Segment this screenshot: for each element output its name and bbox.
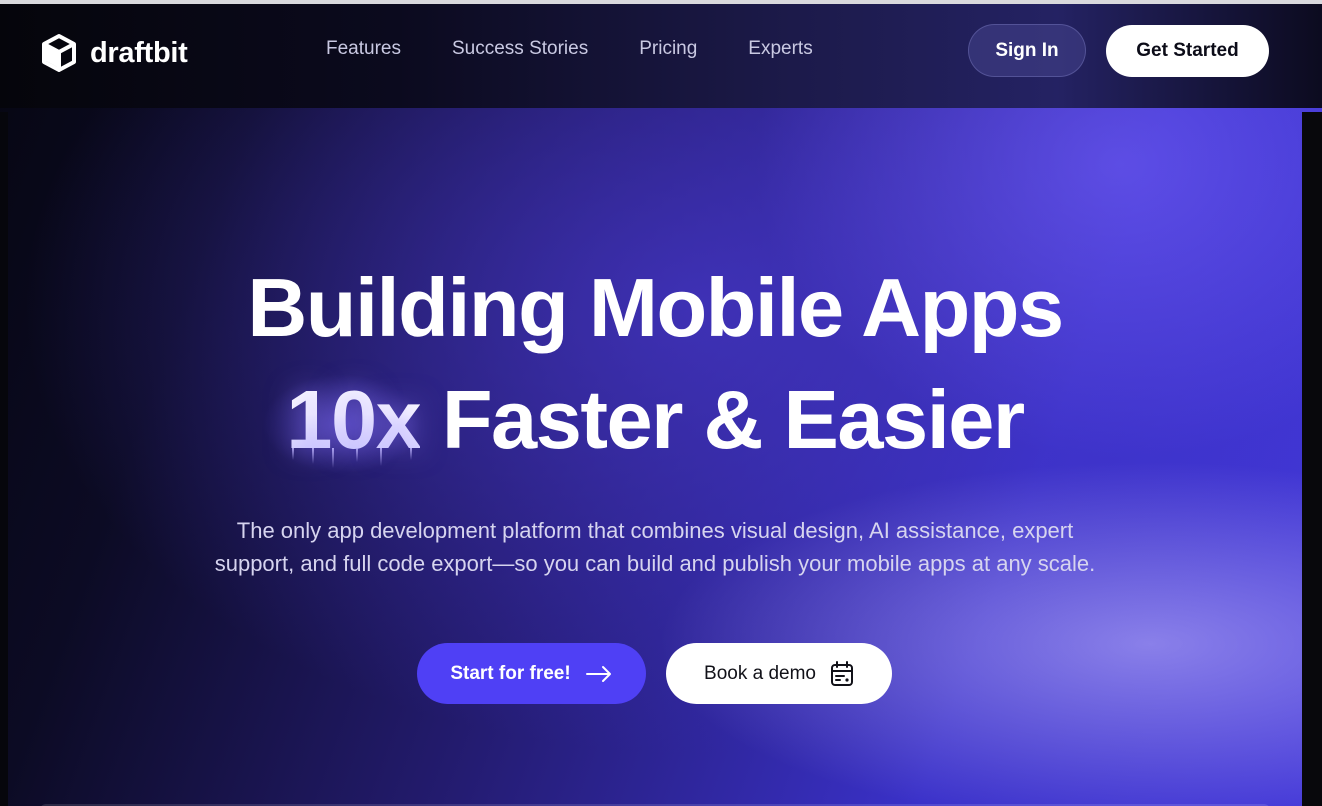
nav-link-features[interactable]: Features: [326, 38, 401, 60]
book-demo-button[interactable]: Book a demo: [666, 643, 892, 704]
arrow-right-icon: [585, 665, 613, 683]
get-started-button[interactable]: Get Started: [1106, 25, 1269, 77]
landing-page: draftbit Features Success Stories Pricin…: [0, 4, 1322, 806]
accent-ticks: [292, 448, 422, 472]
book-demo-label: Book a demo: [704, 662, 816, 684]
nav-link-pricing[interactable]: Pricing: [639, 38, 697, 60]
hero-subtitle: The only app development platform that c…: [214, 518, 1096, 576]
nav-link-experts[interactable]: Experts: [748, 38, 812, 60]
sign-in-button[interactable]: Sign In: [968, 24, 1086, 77]
calendar-icon: [830, 660, 854, 687]
brand-name: draftbit: [90, 36, 188, 69]
cube-icon: [40, 33, 78, 73]
brand-logo[interactable]: draftbit: [40, 33, 188, 73]
top-navigation: draftbit Features Success Stories Pricin…: [0, 4, 1322, 108]
primary-nav: Features Success Stories Pricing Experts: [326, 38, 813, 60]
nav-link-success-stories[interactable]: Success Stories: [452, 38, 588, 60]
start-for-free-label: Start for free!: [450, 662, 571, 684]
hero-title-line2: Faster & Easier: [441, 373, 1025, 466]
start-for-free-button[interactable]: Start for free!: [417, 643, 646, 704]
hero-title: Building Mobile Apps 10x Faster & Easier: [0, 252, 1310, 476]
hero-title-line1: Building Mobile Apps: [247, 261, 1064, 354]
